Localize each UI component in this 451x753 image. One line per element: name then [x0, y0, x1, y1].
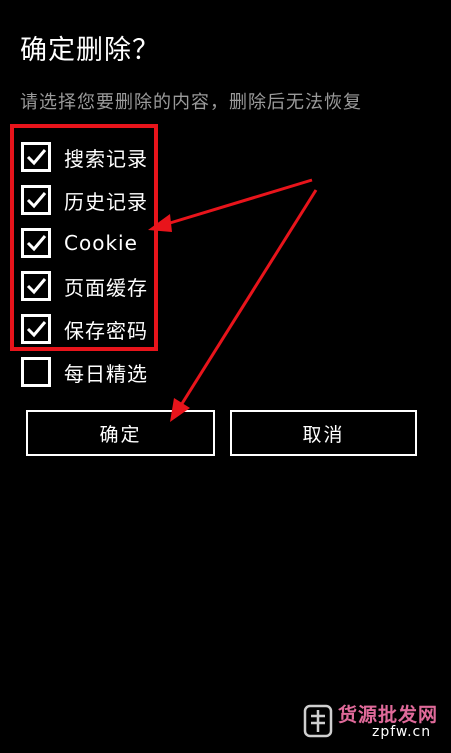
watermark-logo-icon	[303, 704, 333, 738]
annotation-arrowhead	[148, 214, 172, 232]
watermark-url: zpfw.cn	[372, 724, 432, 740]
annotation-arrow-line	[159, 178, 313, 228]
annotation-arrowhead	[170, 398, 190, 422]
watermark-text: 货源批发网	[338, 704, 439, 726]
annotation-arrow-line	[176, 189, 318, 411]
annotation-arrows	[148, 178, 318, 422]
